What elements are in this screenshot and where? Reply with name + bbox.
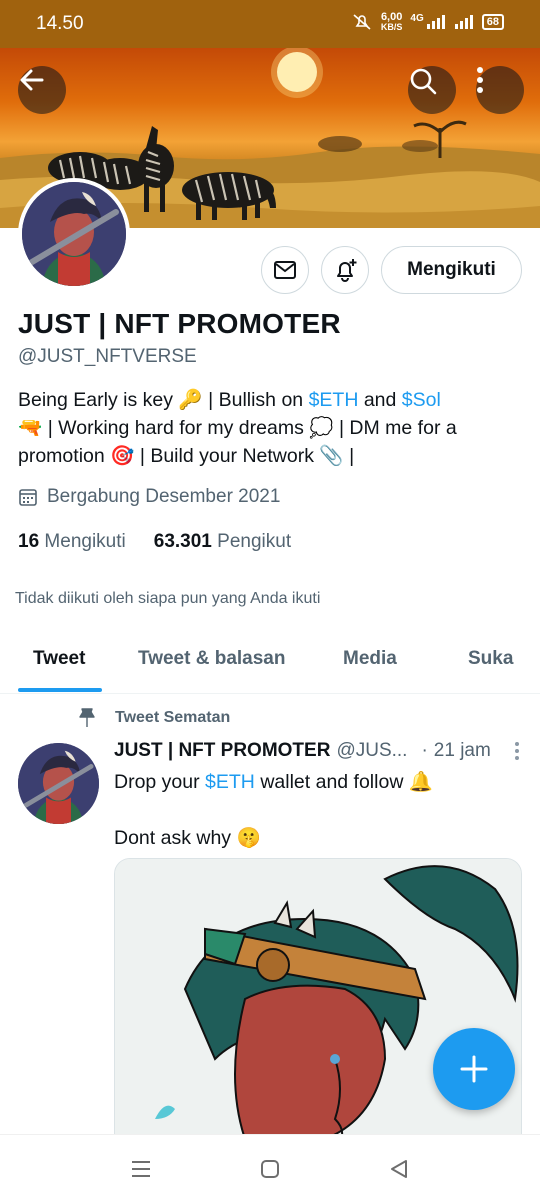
network-speed: 6,00 KB/S — [380, 11, 403, 33]
more-button[interactable] — [476, 66, 524, 114]
avatar-image-small — [18, 743, 99, 824]
search-button[interactable] — [408, 66, 456, 114]
tweet-header: JUST | NFT PROMOTER @JUS... · 21 jam — [114, 740, 524, 762]
recent-apps-button[interactable] — [127, 1155, 155, 1183]
home-button[interactable] — [256, 1155, 284, 1183]
status-bar: 14.50 6,00 KB/S 4G 68 — [0, 0, 540, 48]
notification-button[interactable] — [321, 246, 369, 294]
envelope-icon — [274, 261, 296, 279]
bio-text-and: and — [358, 389, 402, 411]
cloud-emoji: 💭 — [309, 417, 334, 439]
bio-text-6: | — [343, 445, 355, 467]
calendar-icon — [19, 489, 37, 506]
message-button[interactable] — [261, 246, 309, 294]
signal-icon-2 — [454, 15, 473, 29]
pinned-label: Tweet Sematan — [78, 708, 230, 728]
bio-text-3: | Working hard for my dreams — [42, 417, 310, 439]
bio-text-1: Being Early is key — [18, 389, 179, 411]
followers-count: 63.301 — [153, 531, 212, 552]
follow-counts: 16 Mengikuti 63.301 Pengikut — [18, 531, 291, 553]
following-count: 16 — [18, 531, 40, 552]
key-emoji: 🔑 — [178, 389, 203, 411]
status-time: 14.50 — [36, 13, 84, 34]
eth-cashtag-link[interactable]: $ETH — [309, 389, 359, 411]
tab-tweet-replies[interactable]: Tweet & balasan — [138, 648, 285, 670]
system-back-button[interactable] — [385, 1155, 413, 1183]
gun-emoji: 🔫 — [18, 417, 43, 439]
compose-tweet-button[interactable] — [433, 1028, 515, 1110]
tab-media[interactable]: Media — [343, 648, 397, 670]
plus-icon — [460, 1055, 488, 1083]
more-vertical-icon — [477, 67, 483, 93]
bio-text-2: | Bullish on — [202, 389, 309, 411]
avatar-image — [22, 182, 126, 286]
battery-indicator: 68 — [481, 14, 504, 30]
following-button[interactable]: Mengikuti — [381, 246, 522, 294]
target-emoji: 🎯 — [110, 445, 135, 467]
followers-label: Pengikut — [217, 531, 292, 552]
network-type: 4G — [410, 12, 424, 24]
joined-date: Bergabung Desember 2021 — [18, 486, 280, 508]
sol-cashtag-link[interactable]: $Sol — [402, 389, 441, 411]
handle: @JUST_NFTVERSE — [18, 346, 197, 367]
home-icon — [261, 1160, 279, 1178]
bio-text-5: | Build your Network — [134, 445, 320, 467]
search-icon — [410, 68, 437, 95]
tweet-more-button[interactable] — [514, 741, 520, 761]
tweet-text-suffix: wallet and follow — [254, 771, 409, 793]
signal-icon — [426, 15, 445, 29]
back-triangle-icon — [391, 1160, 407, 1178]
active-tab-indicator — [18, 688, 102, 692]
tab-tweet[interactable]: Tweet — [33, 648, 85, 670]
speed-value: 6,00 — [380, 11, 403, 23]
tweet-time[interactable]: 21 jam — [434, 740, 491, 762]
speed-unit: KB/S — [380, 22, 403, 32]
joined-text: Bergabung Desember 2021 — [47, 486, 281, 507]
display-name: JUST | NFT PROMOTER — [18, 308, 341, 339]
status-icons: 6,00 KB/S 4G 68 — [351, 12, 504, 32]
bell-emoji: 🔔 — [408, 771, 434, 793]
arrow-left-icon — [20, 69, 44, 91]
bell-plus-icon — [337, 259, 357, 282]
paperclip-emoji: 📎 — [319, 445, 344, 467]
pinned-text: Tweet Sematan — [115, 709, 231, 726]
system-nav-bar — [0, 1134, 540, 1200]
pin-icon — [79, 708, 95, 727]
tweet-text-prefix: Drop your — [114, 771, 206, 793]
profile-avatar[interactable] — [18, 178, 130, 290]
back-button[interactable] — [18, 66, 66, 114]
mute-icon — [353, 14, 371, 30]
more-vertical-icon — [515, 742, 519, 760]
tweet-text: Drop your $ETH wallet and follow 🔔 Dont a… — [114, 768, 433, 852]
following-label: Mengikuti — [44, 531, 126, 552]
recent-apps-icon — [132, 1161, 150, 1177]
profile-tabs: Tweet Tweet & balasan Media Suka — [0, 628, 540, 694]
tweet-author-avatar[interactable] — [18, 743, 99, 824]
following-count-link[interactable]: 16 Mengikuti — [18, 531, 126, 553]
bio: Being Early is key 🔑 | Bullish on $ETH a… — [18, 386, 523, 470]
tweet-eth-cashtag[interactable]: $ETH — [205, 771, 255, 793]
mutual-followers-note: Tidak diikuti oleh siapa pun yang Anda i… — [15, 590, 321, 607]
tweet-text-line2: Dont ask why — [114, 827, 237, 849]
tab-likes[interactable]: Suka — [468, 648, 513, 670]
shush-emoji: 🤫 — [236, 827, 261, 849]
tweet-author-handle: @JUS... — [336, 740, 408, 761]
tweet-author-name[interactable]: JUST | NFT PROMOTER — [114, 740, 330, 762]
followers-count-link[interactable]: 63.301 Pengikut — [154, 531, 291, 553]
tweet-separator: · — [421, 740, 428, 761]
